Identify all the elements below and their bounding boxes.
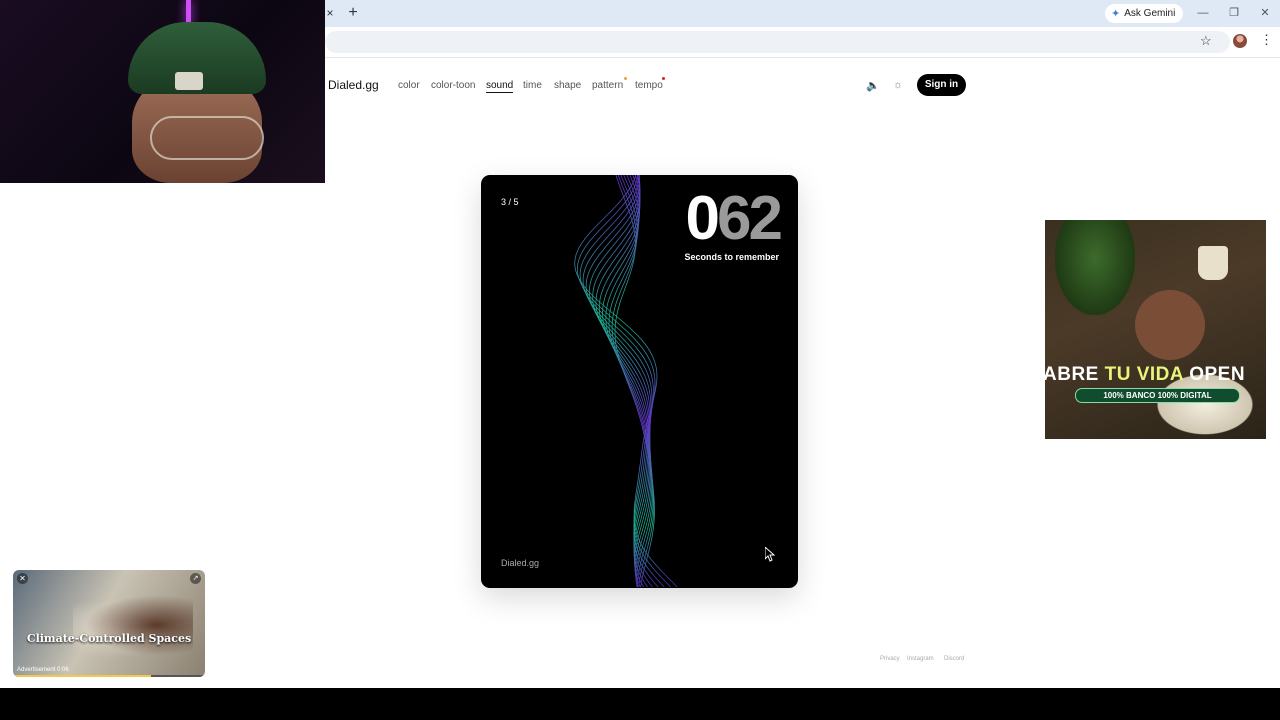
browser-menu-icon[interactable]: ⋮ [1260, 32, 1273, 48]
nav-sound[interactable]: sound [486, 80, 514, 93]
mouse-cursor-icon [765, 547, 775, 562]
ad-person-image [1135, 290, 1205, 360]
ad-headline-a: ABRE [1045, 364, 1105, 385]
sparkle-icon: ✦ [1111, 8, 1121, 20]
waveform-line [595, 175, 651, 588]
close-window-button[interactable]: ✕ [1258, 6, 1272, 20]
site-logo[interactable]: Dialed.gg [328, 78, 379, 92]
ad-progress-fill [13, 675, 152, 677]
footer-instagram-link[interactable]: Instagram [907, 656, 934, 662]
nav-tempo[interactable]: tempo [635, 80, 663, 91]
profile-avatar[interactable] [1233, 34, 1247, 48]
countdown-number: 062 [685, 184, 783, 253]
tempo-new-dot [662, 77, 665, 80]
nav-color-toon[interactable]: color-toon [431, 80, 475, 91]
sign-in-button[interactable]: Sign in [917, 74, 966, 96]
ad-lamp-image [1198, 246, 1228, 280]
waveform-line [605, 175, 653, 588]
bookmark-star-icon[interactable]: ☆ [1200, 33, 1212, 49]
footer-privacy-link[interactable]: Privacy [880, 656, 900, 662]
expand-icon[interactable]: ↗ [190, 573, 201, 584]
ad-video-bottom-left[interactable]: ✕ ↗ Climate-Controlled Spaces Advertisem… [13, 570, 205, 677]
waveform-line [585, 175, 653, 588]
nav-time[interactable]: time [523, 80, 542, 91]
close-icon[interactable]: ✕ [17, 573, 28, 584]
restore-button[interactable]: ❐ [1227, 6, 1241, 20]
ad-banner-right[interactable]: ABRE TU VIDA OPEN 100% BANCO 100% DIGITA… [1045, 220, 1266, 439]
countdown-digit-lit: 0 [685, 184, 721, 253]
ad-video-label: Advertisement 0:06 [17, 667, 69, 673]
minimize-button[interactable]: — [1196, 6, 1210, 20]
glasses [150, 116, 264, 160]
ad-plant-image [1055, 220, 1135, 315]
nav-pattern[interactable]: pattern [592, 80, 623, 91]
tab-close-button[interactable]: × [324, 6, 336, 20]
theme-toggle-icon[interactable]: ☼ [893, 79, 903, 91]
nav-shape[interactable]: shape [554, 80, 581, 91]
seconds-label: Seconds to remember [684, 252, 779, 262]
game-card[interactable]: 3 / 5 062 Seconds to remember Dialed.gg [481, 175, 798, 588]
ad-video-title: Climate-Controlled Spaces [26, 632, 192, 645]
ad-headline-c: OPEN [1183, 364, 1246, 385]
waveform-line [588, 175, 651, 588]
address-bar[interactable] [325, 31, 1230, 53]
card-brand: Dialed.gg [501, 558, 540, 568]
pattern-new-dot [624, 77, 627, 80]
nav-color[interactable]: color [398, 80, 420, 91]
new-tab-button[interactable]: + [346, 5, 360, 21]
ask-gemini-label: Ask Gemini [1124, 8, 1176, 19]
waveform-line [611, 175, 655, 588]
ad-progress-bar [13, 675, 205, 677]
round-counter: 3 / 5 [501, 197, 519, 207]
countdown-digits-dim: 62 [717, 184, 783, 253]
ask-gemini-button[interactable]: ✦ Ask Gemini [1105, 4, 1184, 23]
site-header: Dialed.gg color color-toon sound time sh… [0, 58, 1280, 114]
footer-discord-link[interactable]: Discord [944, 656, 964, 662]
ad-headline-b: TU VIDA [1104, 364, 1184, 385]
bottom-black-bar [0, 688, 1280, 720]
ad-video-image [73, 590, 193, 660]
ad-tagline: 100% BANCO 100% DIGITAL [1075, 388, 1240, 403]
volume-icon[interactable]: 🔈 [866, 79, 880, 92]
waveform-line [579, 175, 665, 588]
ad-headline: ABRE TU VIDA OPEN [1045, 364, 1266, 386]
